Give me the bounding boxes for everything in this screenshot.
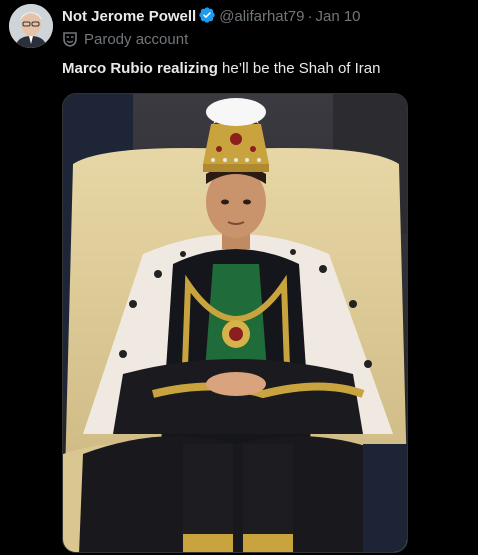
parody-mask-icon bbox=[63, 32, 77, 47]
parody-label: Parody account bbox=[62, 31, 188, 49]
shah-portrait-image bbox=[63, 94, 407, 552]
parody-label-text: Parody account bbox=[84, 31, 189, 48]
verified-badge-icon bbox=[198, 6, 216, 29]
tweet-text-bold: Marco Rubio realizing bbox=[62, 60, 218, 77]
avatar-image bbox=[9, 4, 53, 48]
separator-dot: · bbox=[307, 8, 313, 25]
tweet[interactable]: Not Jerome Powell @alifarhat79 · Jan 10 Par… bbox=[0, 0, 478, 555]
post-date[interactable]: Jan 10 bbox=[315, 8, 360, 25]
display-name[interactable]: Not Jerome Powell bbox=[62, 8, 196, 25]
tweet-header: Not Jerome Powell @alifarhat79 · Jan 10 bbox=[62, 6, 361, 29]
avatar[interactable] bbox=[9, 4, 53, 48]
handle[interactable]: @alifarhat79 bbox=[219, 8, 304, 25]
tweet-text-rest: he’ll be the Shah of Iran bbox=[217, 60, 381, 77]
tweet-text: Marco Rubio realizing he’ll be the Shah … bbox=[62, 60, 380, 78]
media-image[interactable] bbox=[62, 93, 408, 553]
